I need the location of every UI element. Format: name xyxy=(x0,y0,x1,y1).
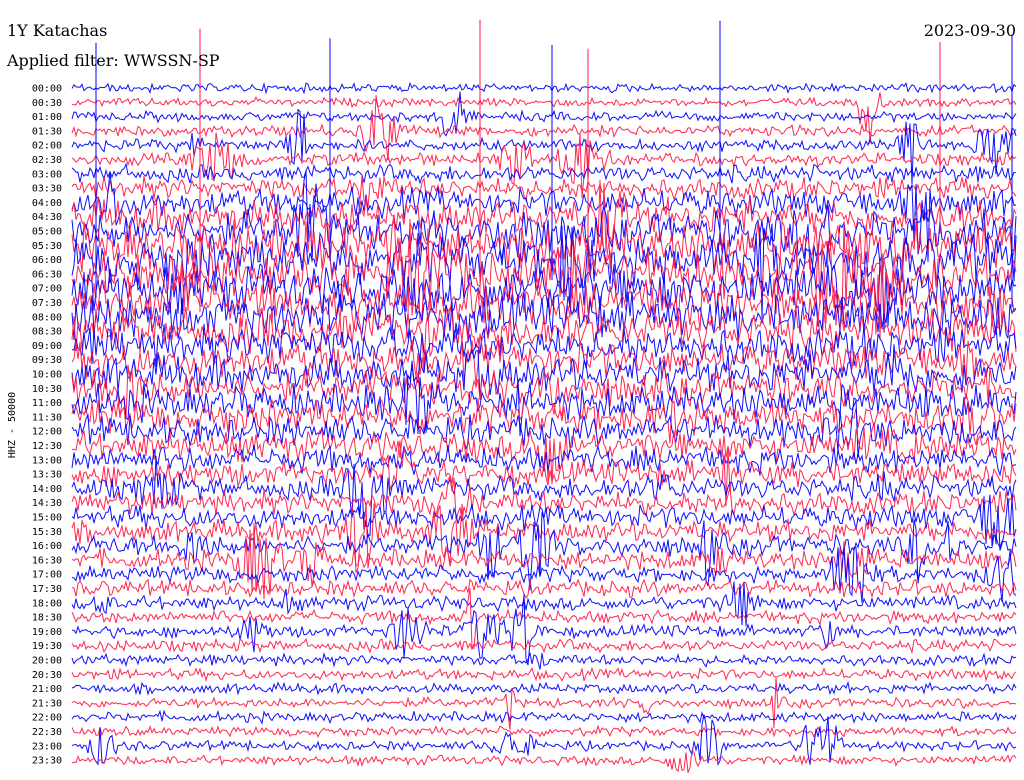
time-tick-label: 21:30 xyxy=(32,698,62,709)
time-tick-label: 16:00 xyxy=(32,541,62,552)
helicorder-chart: 1Y Katachas 2023-09-30 Applied filter: W… xyxy=(0,0,1024,780)
time-tick-label: 14:00 xyxy=(32,484,62,495)
time-tick-label: 07:00 xyxy=(32,284,62,295)
time-tick-label: 22:00 xyxy=(32,713,62,724)
time-tick-label: 13:00 xyxy=(32,455,62,466)
time-tick-label: 12:00 xyxy=(32,427,62,438)
time-tick-label: 09:30 xyxy=(32,355,62,366)
time-tick-label: 11:30 xyxy=(32,412,62,423)
chart-title: 1Y Katachas xyxy=(7,21,107,40)
chart-subtitle: Applied filter: WWSSN-SP xyxy=(6,51,220,70)
time-tick-label: 18:30 xyxy=(32,613,62,624)
time-tick-label: 22:30 xyxy=(32,727,62,738)
time-tick-label: 03:00 xyxy=(32,169,62,180)
time-tick-label: 05:30 xyxy=(32,241,62,252)
time-tick-label: 20:00 xyxy=(32,656,62,667)
time-tick-label: 20:30 xyxy=(32,670,62,681)
time-tick-label: 14:30 xyxy=(32,498,62,509)
time-tick-label: 12:30 xyxy=(32,441,62,452)
time-tick-label: 08:30 xyxy=(32,327,62,338)
time-tick-label: 11:00 xyxy=(32,398,62,409)
time-tick-label: 01:30 xyxy=(32,126,62,137)
time-tick-label: 17:30 xyxy=(32,584,62,595)
chart-date: 2023-09-30 xyxy=(924,21,1016,40)
time-tick-label: 17:00 xyxy=(32,570,62,581)
time-tick-label: 03:30 xyxy=(32,184,62,195)
time-tick-label: 21:00 xyxy=(32,684,62,695)
time-tick-label: 06:00 xyxy=(32,255,62,266)
time-tick-label: 19:00 xyxy=(32,627,62,638)
time-tick-label: 06:30 xyxy=(32,269,62,280)
time-tick-label: 15:30 xyxy=(32,527,62,538)
time-tick-label: 01:00 xyxy=(32,112,62,123)
time-tick-label: 04:30 xyxy=(32,212,62,223)
time-tick-label: 02:00 xyxy=(32,141,62,152)
time-tick-label: 23:30 xyxy=(32,756,62,767)
time-tick-label: 05:00 xyxy=(32,227,62,238)
time-tick-label: 07:30 xyxy=(32,298,62,309)
time-tick-label: 18:00 xyxy=(32,598,62,609)
time-tick-label: 08:00 xyxy=(32,312,62,323)
time-tick-label: 15:00 xyxy=(32,513,62,524)
time-tick-label: 10:00 xyxy=(32,370,62,381)
time-tick-label: 10:30 xyxy=(32,384,62,395)
time-tick-label: 13:30 xyxy=(32,470,62,481)
y-axis-label: HHZ - 50000 xyxy=(7,392,18,458)
time-tick-label: 04:00 xyxy=(32,198,62,209)
time-tick-label: 00:00 xyxy=(32,84,62,95)
time-tick-label: 23:00 xyxy=(32,741,62,752)
time-tick-label: 09:00 xyxy=(32,341,62,352)
time-tick-label: 19:30 xyxy=(32,641,62,652)
time-tick-label: 00:30 xyxy=(32,98,62,109)
time-tick-label: 02:30 xyxy=(32,155,62,166)
time-tick-label: 16:30 xyxy=(32,555,62,566)
